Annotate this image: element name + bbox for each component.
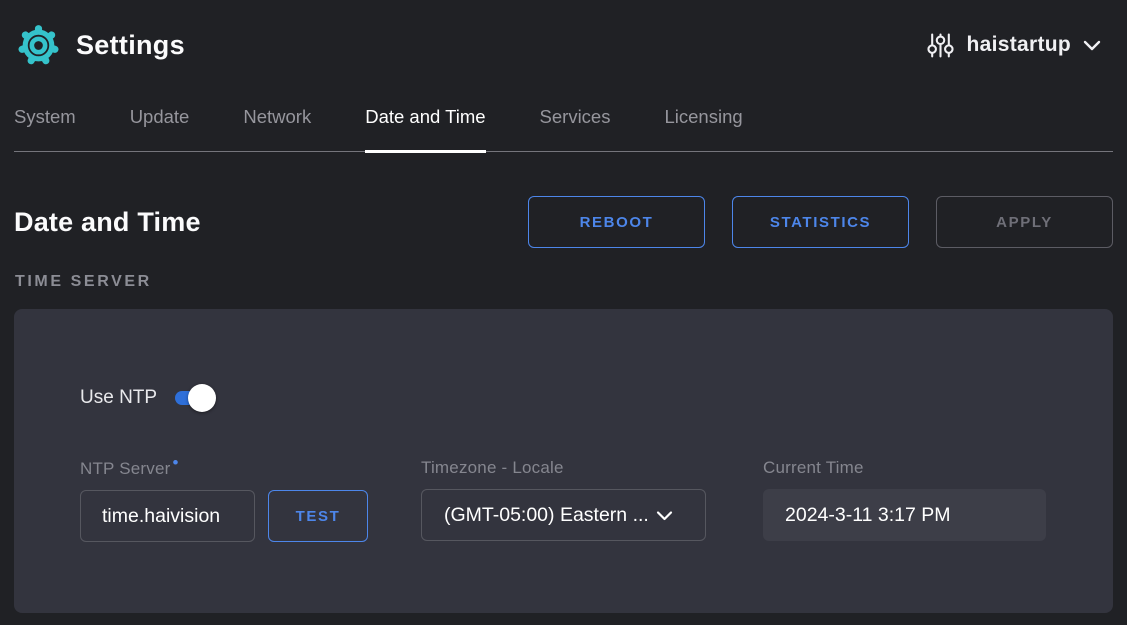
page-title-row: Date and Time REBOOT STATISTICS APPLY	[14, 196, 1113, 248]
user-menu-button[interactable]: haistartup	[927, 32, 1101, 59]
app-brand: Settings	[14, 21, 185, 70]
tab-system[interactable]: System	[14, 106, 76, 151]
chevron-down-icon	[1083, 39, 1101, 51]
apply-button[interactable]: APPLY	[936, 196, 1113, 248]
gear-icon	[14, 21, 63, 70]
use-ntp-label: Use NTP	[80, 387, 157, 409]
sliders-icon	[927, 32, 954, 59]
timezone-label: Timezone - Locale	[421, 458, 706, 478]
use-ntp-row: Use NTP	[80, 387, 1073, 409]
timezone-selected-value: (GMT-05:00) Eastern ...	[444, 504, 649, 527]
timezone-select[interactable]: (GMT-05:00) Eastern ...	[421, 489, 706, 541]
time-server-card: Use NTP NTP Server• TEST Timezone - Loca…	[14, 309, 1113, 613]
app-header: Settings haistartup	[0, 0, 1127, 90]
statistics-button[interactable]: STATISTICS	[732, 196, 909, 248]
fields-row: NTP Server• TEST Timezone - Locale (GMT-…	[80, 458, 1073, 542]
tab-licensing[interactable]: Licensing	[664, 106, 742, 151]
required-dot: •	[173, 453, 179, 472]
page-title: Date and Time	[14, 207, 528, 238]
use-ntp-toggle[interactable]	[175, 391, 215, 405]
tab-network[interactable]: Network	[243, 106, 311, 151]
ntp-server-label: NTP Server•	[80, 458, 368, 479]
tab-update[interactable]: Update	[130, 106, 190, 151]
current-time-field: Current Time 2024-3-11 3:17 PM	[763, 458, 1046, 542]
reboot-button[interactable]: REBOOT	[528, 196, 705, 248]
settings-tabbar: System Update Network Date and Time Serv…	[14, 90, 1113, 152]
time-server-section-title: TIME SERVER	[15, 273, 1112, 291]
tab-services[interactable]: Services	[540, 106, 611, 151]
ntp-server-field: NTP Server• TEST	[80, 458, 368, 542]
ntp-server-input[interactable]	[80, 490, 255, 542]
test-button[interactable]: TEST	[268, 490, 368, 542]
toggle-knob	[188, 384, 216, 412]
chevron-down-icon	[649, 504, 673, 527]
user-name: haistartup	[966, 33, 1071, 57]
app-title: Settings	[76, 30, 185, 61]
tab-date-and-time[interactable]: Date and Time	[365, 106, 485, 151]
current-time-value: 2024-3-11 3:17 PM	[763, 489, 1046, 541]
current-time-label: Current Time	[763, 458, 1046, 478]
timezone-field: Timezone - Locale (GMT-05:00) Eastern ..…	[421, 458, 706, 542]
